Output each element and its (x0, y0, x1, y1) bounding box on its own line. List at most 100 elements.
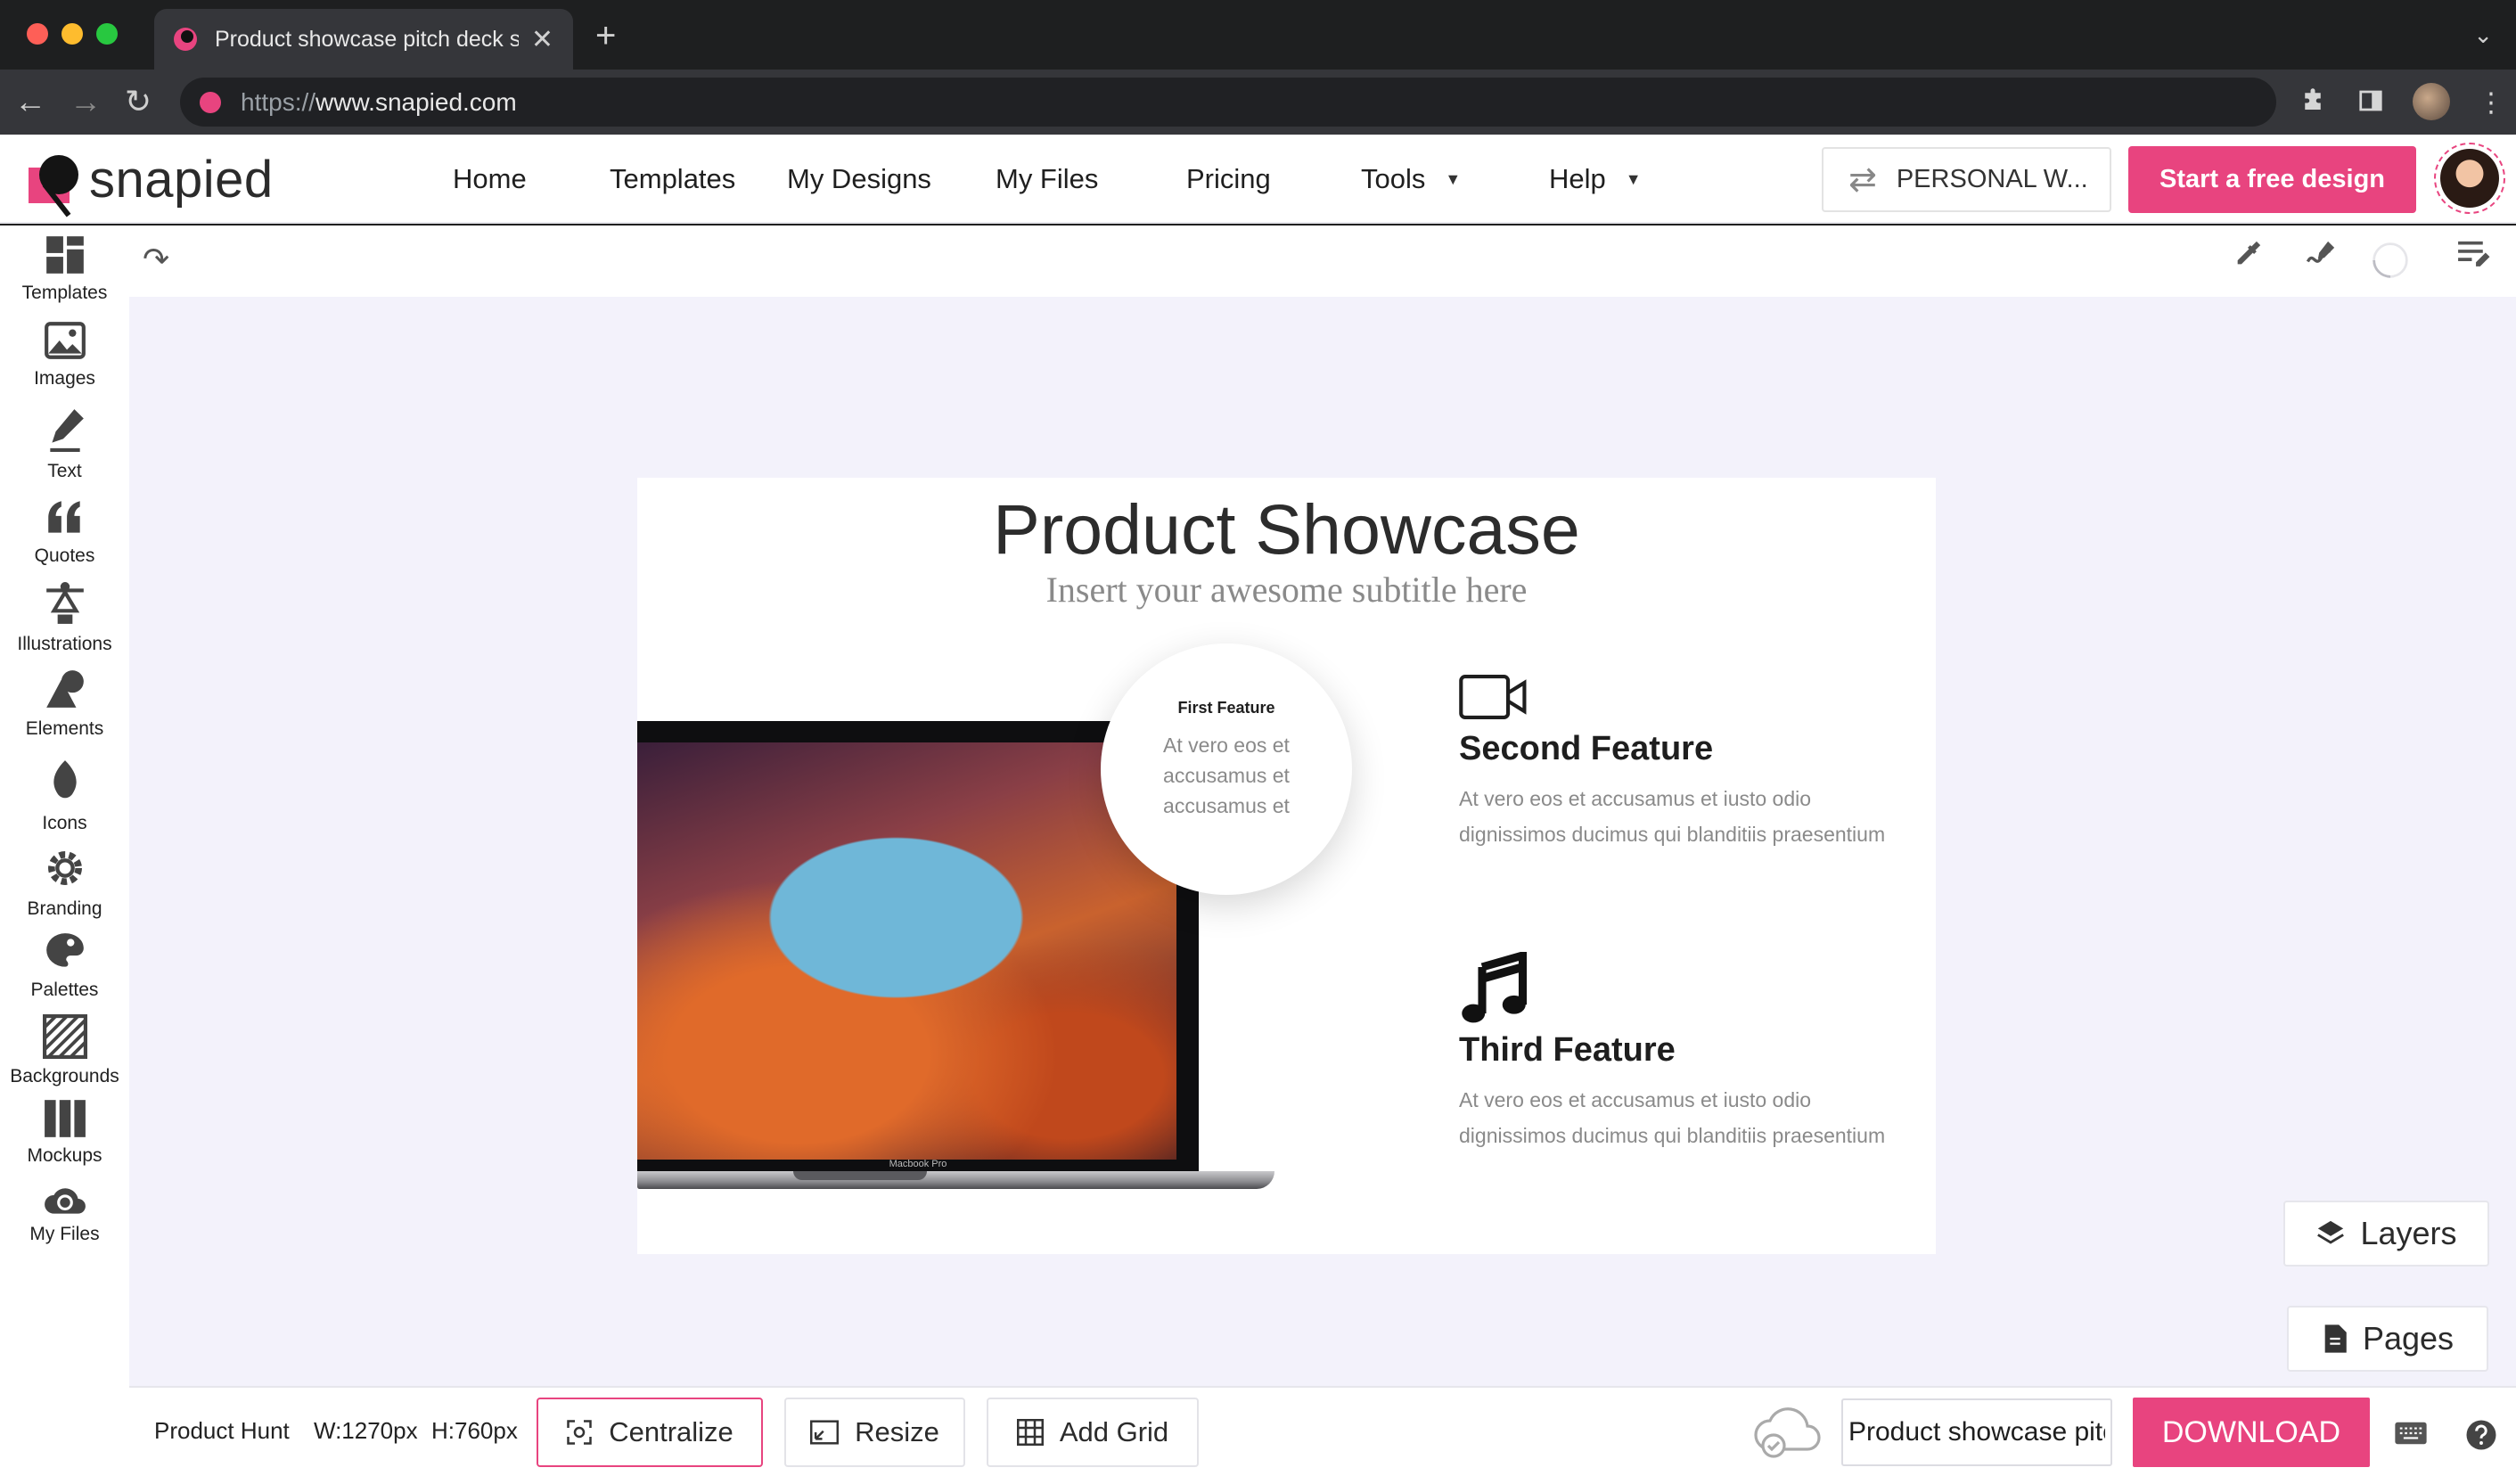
chevron-down-icon[interactable]: ⌄ (2473, 21, 2493, 49)
tab-title: Product showcase pitch deck s (215, 26, 519, 52)
third-feature-text: At vero eos et accusamus et iusto odio d… (1459, 1088, 1886, 1147)
nav-templates[interactable]: Templates (610, 135, 735, 224)
centralize-label: Centralize (609, 1416, 733, 1447)
size-preset-label[interactable]: Product Hunt (154, 1417, 290, 1445)
pages-label: Pages (2362, 1320, 2455, 1357)
address-bar[interactable]: https://www.snapied.com (180, 78, 2276, 127)
layers-icon (2317, 1220, 2345, 1244)
nav-help[interactable]: Help ▼ (1549, 135, 1642, 224)
design-name-input[interactable] (1841, 1398, 2112, 1466)
caret-down-icon: ▼ (1445, 169, 1462, 188)
sidebar-item-label: My Files (29, 1224, 100, 1244)
caret-down-icon: ▼ (1625, 169, 1642, 188)
slide-title[interactable]: Product Showcase (637, 488, 1936, 570)
second-feature[interactable]: Second Feature At vero eos et accusamus … (1459, 674, 1887, 852)
sidebar-item-elements[interactable]: Elements (0, 665, 129, 740)
browser-profile-avatar[interactable] (2413, 83, 2450, 120)
close-window-button[interactable] (27, 23, 48, 45)
canvas-width: W:1270px (314, 1417, 418, 1444)
browser-menu-icon[interactable]: ⋮ (2478, 87, 2504, 119)
cloud-saved-icon (1752, 1402, 1823, 1465)
laptop-label: Macbook Pro (889, 1159, 947, 1169)
sidebar-item-branding[interactable]: Branding (0, 843, 129, 920)
maximize-window-button[interactable] (96, 23, 118, 45)
nav-my-files[interactable]: My Files (996, 135, 1098, 224)
sidebar-item-my-files[interactable]: My Files (0, 1179, 129, 1245)
second-feature-text: At vero eos et accusamus et iusto odio d… (1459, 787, 1886, 846)
favicon-icon (174, 28, 197, 51)
sidebar-item-templates[interactable]: Templates (0, 233, 129, 304)
start-free-design-button[interactable]: Start a free design (2128, 146, 2416, 213)
third-feature-title: Third Feature (1459, 1031, 1676, 1069)
browser-tab[interactable]: Product showcase pitch deck s ✕ (154, 9, 573, 70)
layers-button[interactable]: Layers (2283, 1201, 2489, 1267)
tab-close-icon[interactable]: ✕ (531, 24, 553, 55)
keyboard-icon[interactable] (2394, 1421, 2428, 1450)
nav-pricing[interactable]: Pricing (1186, 135, 1271, 224)
centralize-button[interactable]: Centralize (537, 1398, 763, 1467)
browser-toolbar: ← → ↻ https://www.snapied.com ⋮ (0, 70, 2516, 135)
sidebar-item-quotes[interactable]: Quotes (0, 496, 129, 567)
sidebar-item-mockups[interactable]: Mockups (0, 1097, 129, 1167)
design-slide[interactable]: Product Showcase Insert your awesome sub… (637, 478, 1936, 1254)
pages-button[interactable]: Pages (2287, 1306, 2488, 1372)
text-edit-icon[interactable] (2455, 239, 2491, 277)
url-text: https://www.snapied.com (241, 87, 517, 116)
laptop-base (637, 1171, 1274, 1189)
first-feature-title: First Feature (1177, 698, 1275, 717)
music-note-icon (1462, 949, 1528, 1023)
back-arrow-icon[interactable]: ← (14, 84, 46, 119)
sidebar-item-label: Mockups (27, 1145, 102, 1166)
resize-button[interactable]: Resize (784, 1398, 965, 1467)
browser-tab-bar: Product showcase pitch deck s ✕ + ⌄ (0, 0, 2516, 70)
forward-arrow-icon[interactable]: → (70, 84, 102, 119)
leaf-icon (53, 760, 77, 799)
layers-label: Layers (2360, 1215, 2457, 1251)
sidebar-item-backgrounds[interactable]: Backgrounds (0, 1013, 129, 1087)
spinner-icon (2371, 241, 2410, 288)
sidebar-item-illustrations[interactable]: Illustrations (0, 578, 129, 655)
swap-arrows-icon: ⇄ (1848, 161, 1877, 199)
site-icon (200, 91, 221, 113)
nav-tools-label: Tools (1361, 163, 1426, 194)
new-tab-icon[interactable]: + (595, 18, 616, 53)
side-panel-icon[interactable] (2357, 87, 2384, 121)
third-feature[interactable]: Third Feature At vero eos et accusamus e… (1459, 949, 1887, 1153)
app-window: Product showcase pitch deck s ✕ + ⌄ ← → … (0, 0, 2516, 1484)
sidebar-item-palettes[interactable]: Palettes (0, 930, 129, 1001)
snapied-logo[interactable]: snapied (27, 145, 274, 217)
columns-icon (44, 1100, 86, 1137)
sidebar-item-label: Images (34, 368, 95, 389)
help-icon[interactable] (2465, 1419, 2497, 1455)
eyedropper-icon[interactable] (2233, 239, 2263, 277)
resize-icon (810, 1420, 840, 1445)
gear-icon (47, 851, 82, 885)
redo-icon[interactable]: ↷ (143, 241, 169, 278)
canvas-height: H:760px (431, 1417, 518, 1444)
reload-icon[interactable]: ↻ (125, 84, 152, 119)
add-grid-button[interactable]: Add Grid (987, 1398, 1199, 1467)
focus-center-icon (567, 1420, 592, 1445)
download-button[interactable]: DOWNLOAD (2133, 1398, 2370, 1467)
add-grid-label: Add Grid (1059, 1416, 1169, 1447)
workspace-switch-button[interactable]: ⇄ PERSONAL W... (1822, 147, 2111, 212)
extensions-icon[interactable] (2299, 87, 2326, 121)
shapes-icon (45, 670, 84, 708)
slide-subtitle[interactable]: Insert your awesome subtitle here (637, 569, 1936, 611)
nav-home[interactable]: Home (453, 135, 527, 224)
sidebar-item-text[interactable]: Text (0, 404, 129, 482)
sidebar-item-label: Text (47, 461, 82, 481)
nav-tools[interactable]: Tools ▼ (1361, 135, 1461, 224)
minimize-window-button[interactable] (61, 23, 83, 45)
user-avatar[interactable] (2434, 143, 2505, 214)
draw-icon[interactable] (2305, 239, 2339, 277)
sidebar-item-images[interactable]: Images (0, 318, 129, 389)
nav-my-designs[interactable]: My Designs (787, 135, 931, 224)
sidebar-item-label: Icons (42, 813, 87, 833)
sidebar-item-label: Backgrounds (10, 1066, 119, 1086)
first-feature-text: At vero eos et accusamus et accusamus et (1163, 733, 1290, 817)
pattern-icon (42, 1014, 87, 1059)
quote-icon (47, 501, 80, 533)
sidebar-item-icons[interactable]: Icons (0, 754, 129, 834)
first-feature-circle[interactable]: First Feature At vero eos et accusamus e… (1101, 644, 1352, 895)
